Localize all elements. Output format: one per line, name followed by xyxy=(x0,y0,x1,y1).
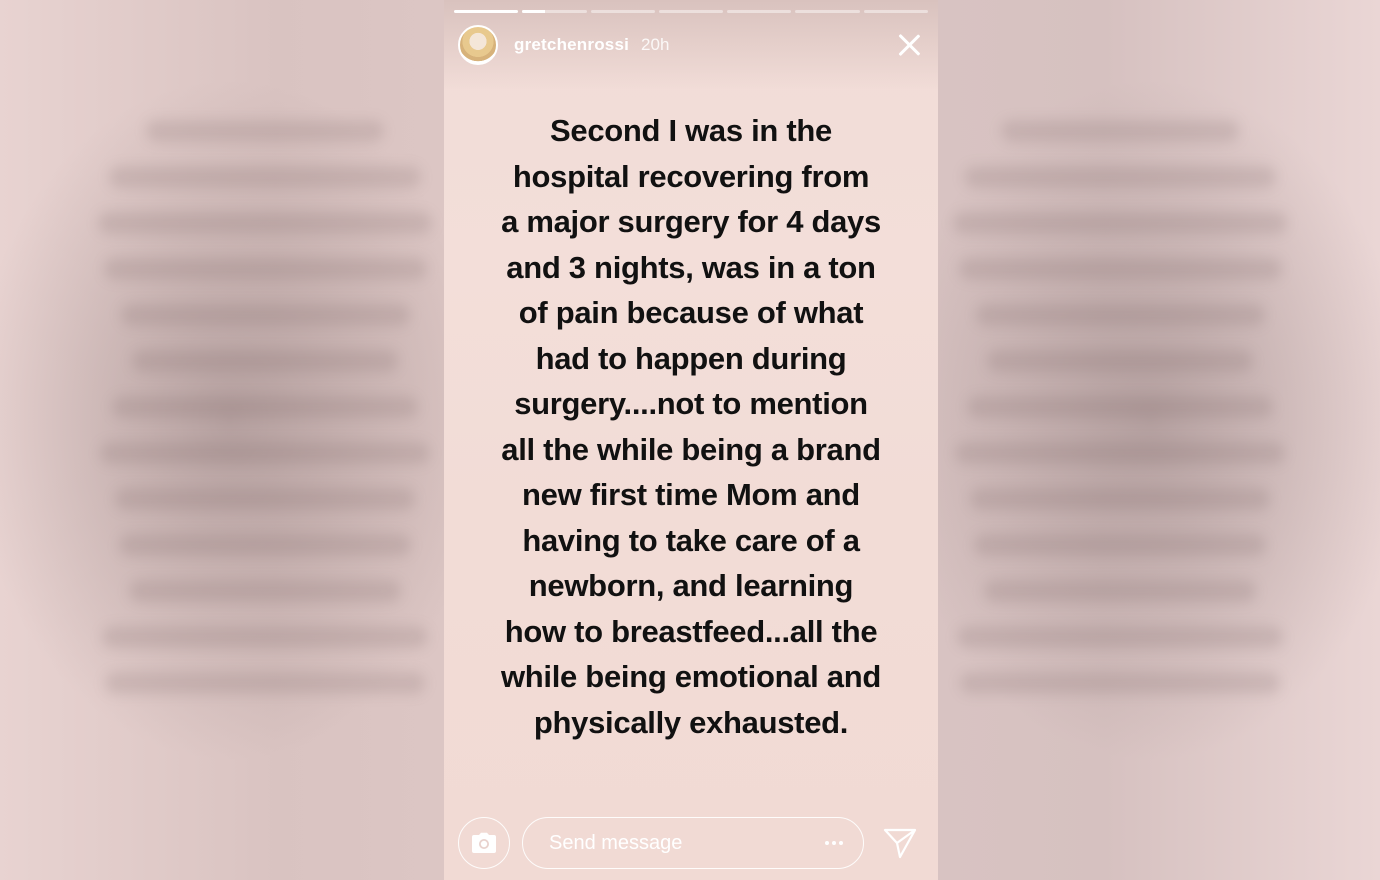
send-message-input[interactable]: Send message xyxy=(522,817,864,869)
story-viewer[interactable]: gretchenrossi 20h Second I was in the hos… xyxy=(444,0,938,880)
progress-segment-fill xyxy=(522,10,545,13)
story-text-line: how to breastfeed...all the xyxy=(504,613,878,649)
progress-segment xyxy=(454,10,519,13)
progress-segment xyxy=(658,10,724,13)
story-text-line: a major surgery for 4 days xyxy=(501,204,881,239)
story-text-line: newborn, and learning xyxy=(528,568,854,603)
close-icon[interactable] xyxy=(894,30,924,60)
camera-button[interactable] xyxy=(458,817,510,869)
story-text-line: new first time Mom and xyxy=(522,477,860,512)
story-text-line: and 3 nights, was in a ton xyxy=(506,249,876,285)
time-ago: 20h xyxy=(641,35,670,54)
story-header: gretchenrossi 20h xyxy=(458,24,924,66)
blurred-text-left xyxy=(95,120,435,718)
story-text-line: while being emotional and xyxy=(500,659,882,694)
progress-segment xyxy=(590,10,655,13)
progress-segment xyxy=(727,10,792,13)
story-footer: Send message xyxy=(458,816,924,870)
progress-segment xyxy=(522,10,587,13)
camera-icon xyxy=(472,832,496,853)
story-text: Second I was in the hospital recovering f… xyxy=(464,108,918,745)
story-text-line: all the while being a brand xyxy=(501,431,881,467)
avatar[interactable] xyxy=(458,25,498,65)
story-text-line: surgery....not to mention xyxy=(514,386,868,421)
username[interactable]: gretchenrossi xyxy=(514,35,629,55)
progress-segment xyxy=(863,10,928,13)
progress-segment xyxy=(795,10,860,13)
story-text-line: Second I was in the xyxy=(550,113,832,148)
blurred-text-right xyxy=(950,120,1290,718)
story-progress-bar xyxy=(454,10,928,13)
story-text-line: physically exhausted. xyxy=(533,704,849,740)
send-icon[interactable] xyxy=(882,825,918,861)
story-text-line: having to take care of a xyxy=(522,522,860,558)
story-text-line: hospital recovering from xyxy=(512,158,870,194)
story-text-line: of pain because of what xyxy=(518,295,864,330)
progress-segment-fill xyxy=(454,10,519,13)
more-dots-icon[interactable] xyxy=(825,841,843,845)
story-text-line: had to happen during xyxy=(535,340,847,376)
message-placeholder: Send message xyxy=(549,831,683,854)
